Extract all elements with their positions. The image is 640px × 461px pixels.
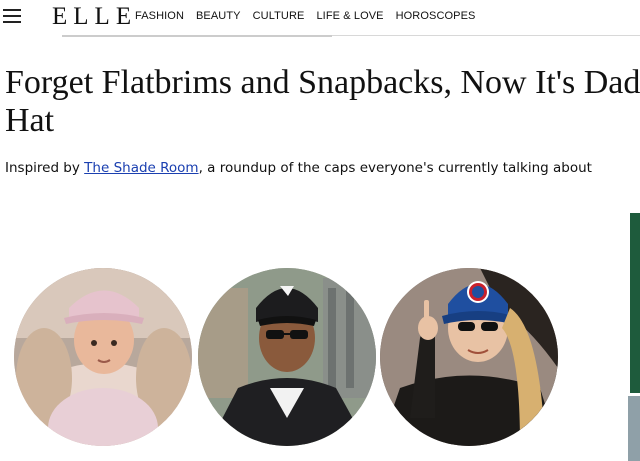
adjacent-image-edge-lower xyxy=(628,396,640,461)
nav-item-culture[interactable]: CULTURE xyxy=(253,10,305,22)
article-headline: Forget Flatbrims and Snapbacks, Now It's… xyxy=(5,64,640,139)
adjacent-image-edge xyxy=(630,213,640,393)
nav-item-life-love[interactable]: LIFE & LOVE xyxy=(316,10,383,22)
dek-suffix: , a roundup of the caps everyone's curre… xyxy=(198,160,592,176)
woman-cubs-cap-illustration xyxy=(380,268,558,446)
photo-child-pink-cap[interactable] xyxy=(14,268,192,446)
child-pink-cap-illustration xyxy=(14,268,192,446)
photo-man-black-cap[interactable] xyxy=(198,268,376,446)
site-header: ELLE FASHION BEAUTY CULTURE LIFE & LOVE … xyxy=(0,0,640,36)
article-dek: Inspired by The Shade Room, a roundup of… xyxy=(5,160,640,176)
dek-prefix: Inspired by xyxy=(5,160,85,176)
photo-woman-cubs-cap[interactable] xyxy=(380,268,558,446)
man-black-cap-illustration xyxy=(198,268,376,446)
hamburger-menu-icon[interactable] xyxy=(3,9,21,23)
nav-item-beauty[interactable]: BEAUTY xyxy=(196,10,241,22)
dek-link-the-shade-room[interactable]: The Shade Room xyxy=(84,160,198,176)
nav-item-fashion[interactable]: FASHION xyxy=(135,10,184,22)
site-logo[interactable]: ELLE xyxy=(52,3,137,31)
main-nav: FASHION BEAUTY CULTURE LIFE & LOVE HOROS… xyxy=(135,10,487,22)
header-divider-accent xyxy=(62,35,332,37)
nav-item-horoscopes[interactable]: HOROSCOPES xyxy=(396,10,476,22)
